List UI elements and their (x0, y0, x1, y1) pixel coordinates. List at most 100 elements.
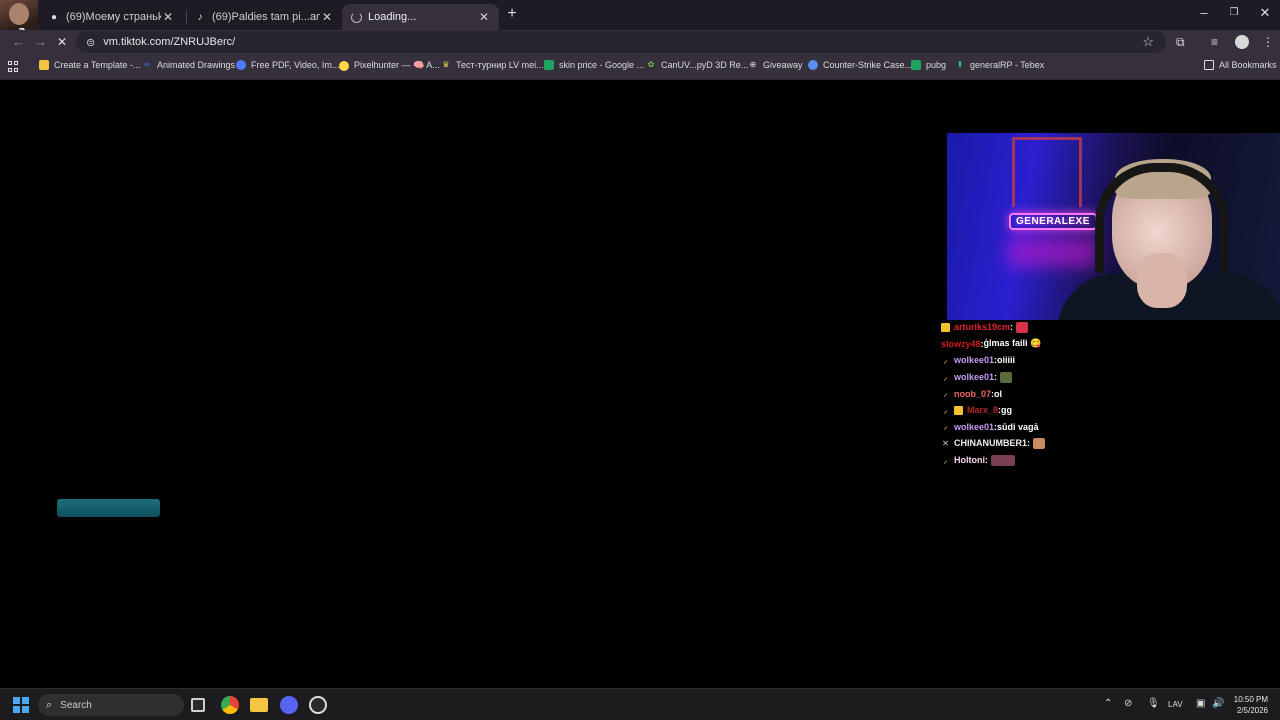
bookmark-star-icon[interactable]: ☆ (1142, 34, 1154, 50)
neon-glow (1007, 237, 1097, 267)
volume-icon[interactable]: 🔊 (1212, 698, 1224, 709)
bookmark-label: Тест-турнир LV mei... (456, 60, 544, 70)
chat-separator: : (994, 372, 998, 383)
bookmark-item[interactable]: skin price - Google ... (544, 60, 644, 70)
folder-icon (1204, 60, 1214, 70)
bookmark-label: CanUV...pyD 3D Re... (661, 60, 749, 70)
chat-separator: : (985, 455, 988, 466)
bookmark-label: Counter-Strike Case... (823, 60, 913, 70)
stream-chat: arturiks19cm : slowzy48 : ģlmas faili 😋 … (941, 319, 1141, 468)
address-bar[interactable]: ⊜ vm.tiktok.com/ZNRUJBerc/ ☆ (76, 31, 1166, 53)
task-view-icon[interactable] (191, 698, 205, 712)
avatar-favicon-icon: ● (50, 11, 58, 23)
subscriber-badge-icon (941, 322, 950, 332)
search-placeholder: Search (60, 699, 92, 711)
media-controls-icon[interactable]: ≡ (1211, 35, 1218, 49)
forward-arrow-icon[interactable]: → (34, 34, 47, 49)
chat-text: sūdi vagā (997, 421, 1039, 432)
bookmark-item[interactable]: Counter-Strike Case... (808, 60, 912, 70)
close-tab-icon[interactable]: ✕ (477, 10, 491, 24)
bookmark-item[interactable]: pubg (911, 60, 946, 70)
chat-username: CHINANUMBER1 (954, 438, 1028, 449)
bookmarks-bar: Create a Template -... ∞ Animated Drawing… (0, 54, 1280, 80)
bookmark-label: Create a Template -... (54, 60, 141, 70)
bookmark-item[interactable]: ⬆ generalRP - Tebex (955, 60, 1045, 70)
new-tab-plus-icon[interactable]: + (505, 5, 519, 23)
window-close-icon[interactable]: ✕ (1257, 5, 1273, 21)
microphone-icon[interactable]: 🎙 (1147, 698, 1160, 709)
chat-message: ✕ CHINANUMBER1 : (941, 435, 1141, 452)
chat-message: ⸝ wolkee01 : (941, 369, 1141, 386)
taskbar-search[interactable]: ⌕ Search (38, 694, 184, 716)
windows-taskbar: ⌕ Search ⌃ ⊘ 🎙 LAV ▣ 🔊 10:50 PM 2/5/2026 (0, 688, 1280, 720)
bookmark-item[interactable]: ⊕ Giveaway (748, 60, 803, 70)
bookmark-item[interactable]: ∞ Animated Drawings (142, 60, 235, 70)
clock-time: 10:50 PM (1233, 695, 1268, 704)
browser-toolbar: ← → ✕ ⊜ vm.tiktok.com/ZNRUJBerc/ ☆ ⧉ ≡ ⋮ (0, 30, 1280, 54)
pdf-icon (236, 60, 246, 70)
all-bookmarks-button[interactable]: All Bookmarks (1204, 60, 1277, 70)
restore-icon[interactable]: ❐ (1226, 7, 1242, 18)
sheets-icon (911, 60, 921, 70)
chat-separator: : (1027, 438, 1031, 449)
hidden-icons-eye-icon[interactable]: ⊘ (1124, 698, 1132, 709)
all-bookmarks-label: All Bookmarks (1219, 60, 1277, 70)
bookmark-item[interactable]: ✿ CanUV...pyD 3D Re... (646, 60, 749, 70)
emote-icon (1033, 437, 1046, 449)
tab-1[interactable]: ♪ (69)Paldies tam pi...am ka nepa ✕ (186, 4, 342, 30)
chat-message: ⸝ noob_07 : ol (941, 385, 1141, 402)
network-icon[interactable]: ▣ (1196, 698, 1205, 709)
minimize-icon[interactable]: – (1196, 5, 1212, 20)
bookmark-item[interactable]: Free PDF, Video, Im... (236, 60, 339, 70)
chat-text: oiiiii (997, 355, 1016, 366)
system-clock[interactable]: 10:50 PM 2/5/2026 (1228, 694, 1268, 716)
chat-username: Marx_8 (967, 405, 999, 416)
site-info-icon[interactable]: ⊜ (86, 36, 95, 49)
tab-2-active[interactable]: Loading... ✕ (342, 4, 499, 30)
menu-kebab-icon[interactable]: ⋮ (1262, 35, 1274, 49)
chat-text: ģlmas faili 😋 (983, 338, 1042, 349)
sword-badge-icon: ⸝ (943, 405, 948, 415)
bookmark-item[interactable]: Pixelhunter — 🧠 A... (339, 60, 440, 71)
windows-start-icon[interactable] (13, 697, 29, 713)
sword-badge-icon: ⸝ (943, 372, 948, 382)
tebex-icon: ⬆ (956, 60, 964, 69)
back-arrow-icon[interactable]: ← (12, 34, 25, 49)
bookmark-label: pubg (926, 60, 947, 70)
chat-username: wolkee01 (954, 355, 995, 366)
pixelhunter-icon (339, 60, 349, 71)
stop-loading-icon[interactable]: ✕ (57, 35, 67, 49)
chrome-icon[interactable] (221, 696, 239, 714)
close-tab-icon[interactable]: ✕ (161, 10, 175, 24)
clock-date: 2/5/2026 (1236, 706, 1268, 715)
url-text[interactable]: vm.tiktok.com/ZNRUJBerc/ (103, 36, 235, 48)
chat-username: wolkee01 (954, 372, 995, 383)
emote-icon (1016, 321, 1029, 333)
tab-0[interactable]: ● (69)Моему страньkому принт ✕ (40, 4, 183, 30)
chat-message: arturiks19cm : (941, 319, 1141, 336)
chat-text: gg (1001, 405, 1013, 416)
gift-icon: ⊕ (749, 60, 757, 69)
sword-badge-icon: ⸝ (943, 455, 948, 465)
discord-icon[interactable] (280, 696, 298, 714)
chat-text: ol (994, 388, 1003, 399)
profile-icon[interactable] (1235, 35, 1249, 49)
apps-grid-icon[interactable] (8, 61, 19, 72)
sword-badge-icon: ⸝ (943, 422, 948, 432)
file-explorer-icon[interactable] (250, 698, 268, 712)
bookmark-label: skin price - Google ... (559, 60, 645, 70)
steam-icon[interactable] (309, 696, 327, 714)
language-indicator[interactable]: LAV (1168, 700, 1183, 709)
page-viewport: GENERALEXE arturiks19cm : slowzy48 : ģlm… (0, 81, 1280, 688)
background-shelf (1012, 137, 1082, 207)
crossed-swords-badge-icon: ✕ (942, 438, 949, 448)
bookmark-label: Giveaway (763, 60, 803, 70)
bookmark-label: Animated Drawings (157, 60, 236, 70)
extensions-icon[interactable]: ⧉ (1176, 35, 1185, 50)
chevron-up-icon[interactable]: ⌃ (1104, 698, 1112, 709)
chat-message: ⸝ wolkee01 : sūdi vagā (941, 419, 1141, 436)
bookmark-item[interactable]: ♛ Тест-турнир LV mei... (441, 60, 544, 70)
close-tab-icon[interactable]: ✕ (320, 10, 334, 24)
chat-separator: : (1010, 322, 1014, 333)
bookmark-item[interactable]: Create a Template -... (39, 60, 140, 70)
